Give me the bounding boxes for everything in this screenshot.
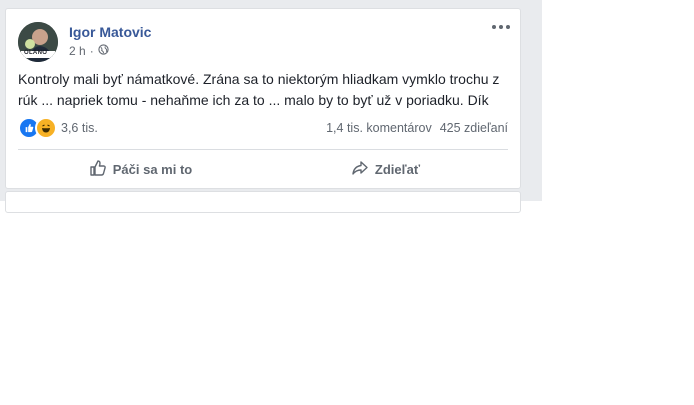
reactions-summary[interactable]: 3,6 tis. <box>18 117 98 139</box>
meta-separator: · <box>89 44 94 58</box>
post-time[interactable]: 2 h <box>69 44 86 58</box>
like-button[interactable]: Páči sa mi to <box>18 153 263 185</box>
actions-divider <box>18 149 508 150</box>
post-meta: 2 h · <box>69 44 109 58</box>
globe-icon <box>98 44 109 58</box>
engagement-counts: 1,4 tis. komentárov 425 zdieľaní <box>326 121 508 135</box>
next-post-card <box>5 191 521 213</box>
post-text: Kontroly mali byť námatkové. Zrána sa to… <box>18 71 500 108</box>
share-arrow-icon <box>351 159 369 180</box>
haha-icon <box>35 117 57 139</box>
post-stats: 3,6 tis. 1,4 tis. komentárov 425 zdieľan… <box>18 117 508 139</box>
reaction-count: 3,6 tis. <box>61 121 98 135</box>
share-label: Zdieľať <box>374 161 421 177</box>
post-card: OLANO Igor Matovic 2 h · Kontroly mali b… <box>5 8 521 189</box>
post-actions: Páči sa mi to Zdieľať <box>18 153 508 185</box>
share-button[interactable]: Zdieľať <box>263 153 508 185</box>
avatar-photo <box>18 22 58 62</box>
more-options-icon[interactable] <box>491 19 511 35</box>
comments-count[interactable]: 1,4 tis. komentárov <box>326 121 432 135</box>
author-name[interactable]: Igor Matovic <box>69 24 151 40</box>
shares-count[interactable]: 425 zdieľaní <box>440 121 508 135</box>
thumbs-up-icon <box>89 159 107 180</box>
like-label: Páči sa mi to <box>112 161 193 177</box>
avatar-badge-label: OLANO <box>24 50 48 56</box>
author-avatar[interactable]: OLANO <box>18 22 58 62</box>
